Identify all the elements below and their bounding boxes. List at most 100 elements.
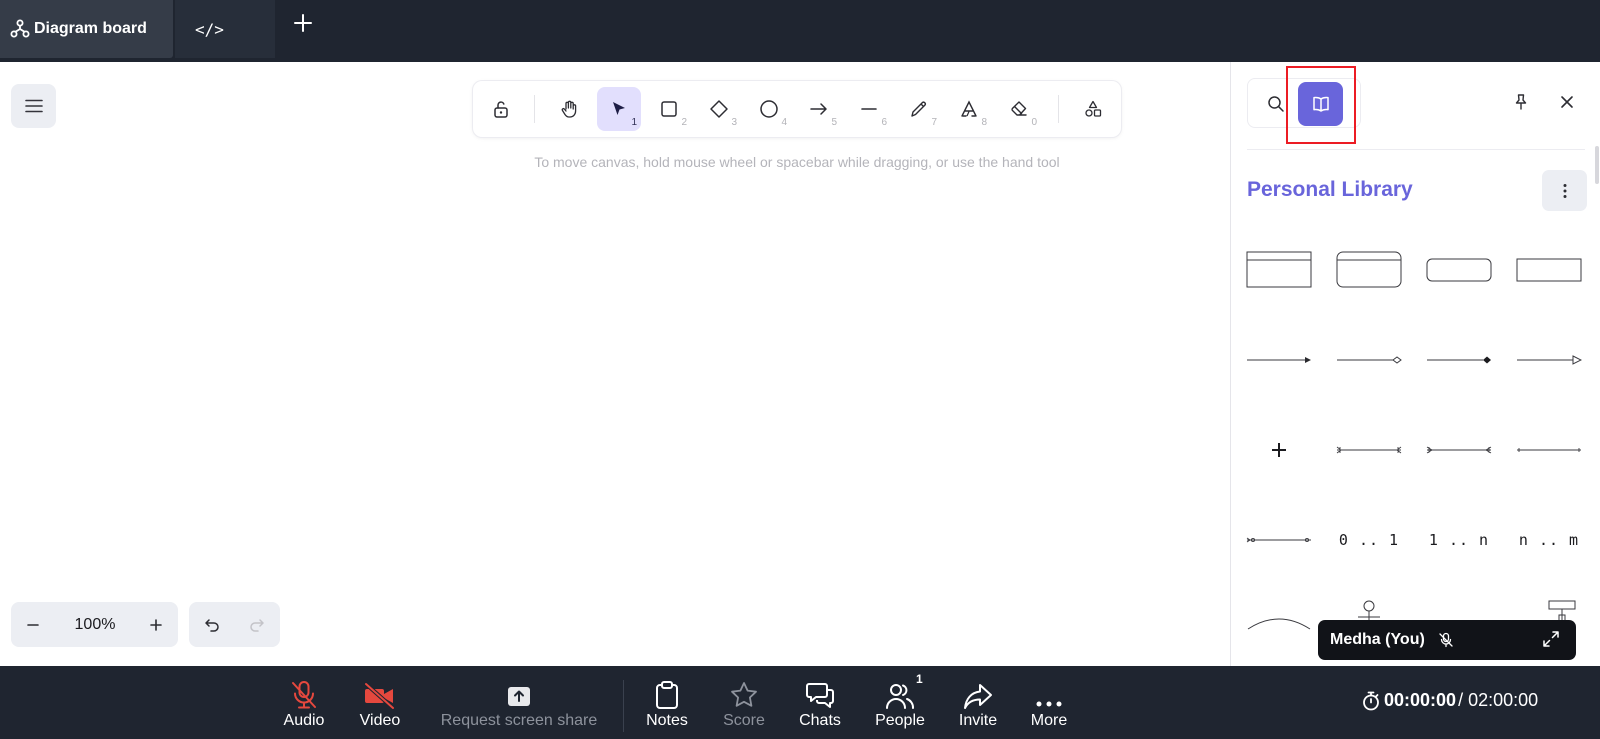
multiplicity-label: 0 .. 1	[1338, 531, 1400, 549]
history-controls	[189, 602, 280, 647]
library-item-filled-arrow[interactable]	[1237, 328, 1321, 392]
library-item-arc[interactable]	[1237, 584, 1321, 648]
library-item-filled-diamond[interactable]	[1417, 328, 1501, 392]
star-icon	[731, 682, 757, 707]
circle-end-line-icon	[1246, 537, 1311, 543]
library-item-hollow-arrow[interactable]	[1507, 328, 1591, 392]
close-panel-button[interactable]	[1549, 84, 1585, 120]
request-screen-share-button[interactable]: Request screen share	[432, 666, 606, 739]
chats-button[interactable]: Chats	[793, 666, 847, 739]
zoom-level[interactable]: 100%	[66, 602, 124, 647]
tool-ellipse[interactable]: 4	[747, 87, 791, 131]
plus-shape-icon	[1272, 443, 1286, 457]
meeting-controls-bar: Audio Video Request screen share Notes S…	[0, 666, 1600, 739]
more-horizontal-icon	[1036, 701, 1062, 707]
participant-name: Medha (You)	[1330, 631, 1425, 648]
tool-hand[interactable]	[547, 87, 591, 131]
panel-tab-search[interactable]	[1254, 82, 1298, 126]
library-menu-button[interactable]	[1542, 170, 1587, 211]
tick-line-icon	[1517, 448, 1581, 452]
tool-draw[interactable]: 7	[897, 87, 941, 131]
zoom-in-button[interactable]	[134, 602, 178, 647]
hamburger-icon	[24, 99, 43, 113]
more-button[interactable]: More	[1022, 666, 1076, 739]
control-label: More	[1030, 712, 1068, 729]
score-button[interactable]: Score	[717, 666, 771, 739]
library-item-circle-end-line[interactable]	[1237, 508, 1321, 572]
diagram-icon	[10, 19, 30, 38]
arrow-right-icon	[810, 103, 827, 115]
arrow-line-icon	[1247, 357, 1311, 363]
library-item-cross[interactable]	[1237, 418, 1321, 482]
more-vertical-icon	[1563, 183, 1566, 198]
chat-icon	[806, 683, 834, 708]
tool-lock[interactable]	[479, 87, 523, 131]
control-label: Notes	[646, 712, 688, 729]
tool-more-shapes[interactable]	[1071, 87, 1115, 131]
audio-button[interactable]: Audio	[276, 666, 332, 739]
library-item-tick-line[interactable]	[1507, 418, 1591, 482]
inheritance-line-icon	[1517, 355, 1582, 365]
drawing-canvas[interactable]: 1 2 3 4 5 6 7 8 0 To move canvas, hold m…	[0, 62, 1230, 666]
library-item-table[interactable]	[1237, 238, 1321, 302]
hand-icon	[561, 100, 577, 118]
zoom-out-button[interactable]	[11, 602, 55, 647]
invite-button[interactable]: Invite	[951, 666, 1005, 739]
panel-tab-library[interactable]	[1298, 82, 1343, 126]
close-icon	[1561, 96, 1573, 108]
library-item-rectangle[interactable]	[1507, 238, 1591, 302]
library-item-rounded-rectangle[interactable]	[1417, 238, 1501, 302]
tool-shortcut: 1	[631, 117, 637, 128]
pointer-icon	[613, 102, 625, 115]
library-item-crowfoot-line[interactable]	[1327, 418, 1411, 482]
library-item-hollow-diamond[interactable]	[1327, 328, 1411, 392]
tool-shortcut: 5	[831, 117, 837, 128]
tool-shortcut: 0	[1031, 117, 1037, 128]
mic-off-icon	[292, 681, 316, 709]
pin-icon	[1515, 94, 1527, 110]
session-timer: 00:00:00 / 02:00:00	[1362, 690, 1538, 711]
tool-rectangle[interactable]: 2	[647, 87, 691, 131]
tab-code[interactable]: </>	[175, 0, 275, 58]
timer-total: / 02:00:00	[1458, 690, 1539, 710]
double-crowfoot-line-icon	[1426, 446, 1492, 454]
video-button[interactable]: Video	[352, 666, 408, 739]
line-icon	[861, 108, 877, 110]
library-item-rounded-table[interactable]	[1327, 238, 1411, 302]
share-arrow-icon	[964, 684, 992, 709]
tab-diagram-board[interactable]: Diagram board	[0, 0, 173, 58]
notes-button[interactable]: Notes	[640, 666, 694, 739]
tool-diamond[interactable]: 3	[697, 87, 741, 131]
aggregation-line-icon	[1337, 356, 1402, 364]
library-item-multiplicity-n-m[interactable]: n .. m	[1507, 508, 1591, 572]
tool-line[interactable]: 6	[847, 87, 891, 131]
tab-label: Diagram board	[34, 20, 147, 37]
tool-eraser[interactable]: 0	[997, 87, 1041, 131]
multiplicity-label: n .. m	[1518, 531, 1580, 549]
screen-share-icon	[508, 687, 530, 706]
redo-button[interactable]	[234, 602, 279, 647]
library-item-multiplicity-0-1[interactable]: 0 .. 1	[1327, 508, 1411, 572]
tool-selection[interactable]: 1	[597, 87, 641, 131]
eraser-icon	[1011, 101, 1027, 116]
tool-text[interactable]: 8	[947, 87, 991, 131]
multiplicity-label: 1 .. n	[1428, 531, 1490, 549]
people-count-badge: 1	[916, 672, 923, 686]
add-tab-button[interactable]	[290, 10, 316, 36]
search-icon	[1268, 96, 1284, 112]
table-shape-icon	[1246, 251, 1312, 288]
pin-panel-button[interactable]	[1503, 84, 1539, 120]
participant-video-tile[interactable]: Medha (You)	[1318, 620, 1576, 660]
library-item-multiplicity-1-n[interactable]: 1 .. n	[1417, 508, 1501, 572]
library-item-double-crowfoot-line[interactable]	[1417, 418, 1501, 482]
shapes-icon	[1085, 100, 1102, 117]
plus-icon	[150, 618, 162, 631]
panel-scrollbar[interactable]	[1595, 146, 1599, 184]
expand-icon[interactable]	[1542, 630, 1560, 648]
rectangle-shape-icon	[1516, 258, 1582, 282]
zoom-controls: 100%	[11, 602, 178, 647]
pencil-icon	[911, 101, 926, 117]
main-menu-button[interactable]	[11, 84, 56, 128]
undo-button[interactable]	[189, 602, 234, 647]
tool-arrow[interactable]: 5	[797, 87, 841, 131]
